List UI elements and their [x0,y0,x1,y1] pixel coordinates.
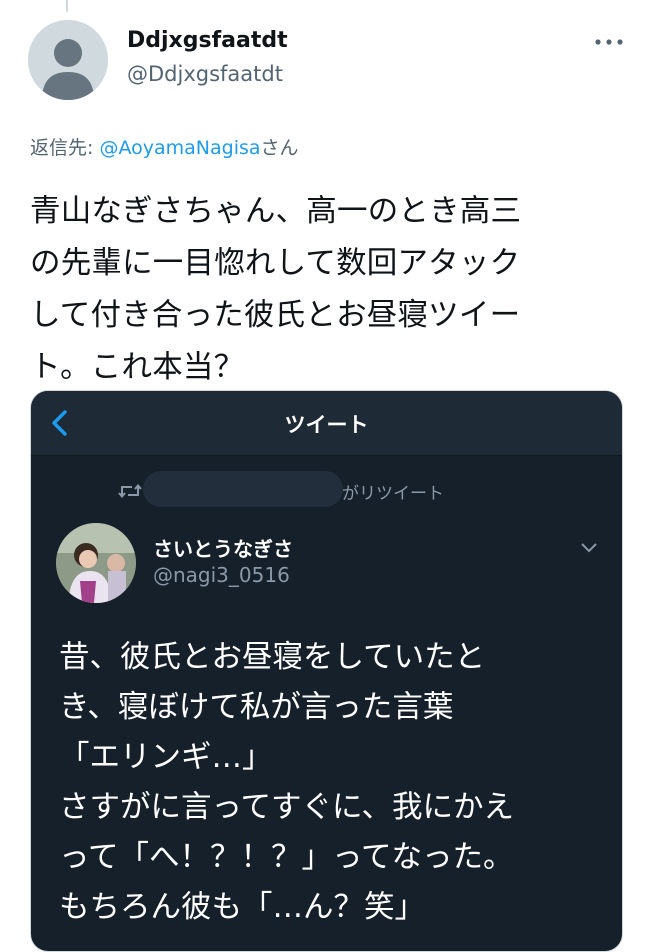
retweeted-by-label: がリツイート [342,484,444,504]
tweet-line: ト。これ本当？ [30,350,245,385]
profile-photo-icon [56,523,136,603]
redacted-retweeter-name [143,471,343,507]
reply-suffix: さん [260,137,299,159]
embedded-tweet-line: って「へ！？！？」ってなった。 [59,840,514,875]
embedded-header-title: ツイート [284,413,369,437]
author-handle[interactable]: @Ddjxgsfaatdt [127,62,283,86]
attached-screenshot-image[interactable]: ツイート がリツイート さいとうなぎさ @nagi3_0516 昔、彼氏とお昼寝… [30,390,623,952]
tweet-line: して付き合った彼氏とお昼寝ツイー [30,298,521,333]
default-avatar-icon [28,20,108,100]
embedded-tweet-line: 昔、彼氏とお昼寝をしていたと [59,640,486,675]
thread-connector-line [66,0,68,12]
embedded-author-name: さいとうなぎさ [153,537,293,561]
reply-mention-link[interactable]: @AoyamaNagisa [99,137,260,159]
embedded-tweet-line: もちろん彼も「…ん？笑」 [59,890,425,925]
tweet-line: の先輩に一目惚れして数回アタック [30,246,521,281]
embedded-author-avatar [56,523,136,603]
embedded-tweet-line: さすがに言ってすぐに、我にかえ [59,790,515,825]
author-display-name[interactable]: Ddjxgsfaatdt [127,28,288,53]
reply-prefix: 返信先: [30,137,100,159]
more-horizontal-icon[interactable] [592,30,626,54]
embedded-tweet-body: 昔、彼氏とお昼寝をしていたと き、寝ぼけて私が言った言葉 「エリンギ…」 さすが… [59,633,609,933]
retweet-icon [118,483,142,499]
author-avatar[interactable] [28,20,108,100]
embedded-tweet-line: き、寝ぼけて私が言った言葉 [59,690,454,725]
tweet-line: 青山なぎさちゃん、高一のとき高三 [30,194,522,229]
embedded-author-handle: @nagi3_0516 [153,563,290,587]
reply-context: 返信先: @AoyamaNagisaさん [30,133,299,160]
tweet-body: 青山なぎさちゃん、高一のとき高三 の先輩に一目惚れして数回アタック して付き合っ… [30,186,620,394]
chevron-down-icon [581,543,597,553]
embedded-tweet-line: 「エリンギ…」 [59,740,273,775]
embedded-header: ツイート [31,391,622,456]
